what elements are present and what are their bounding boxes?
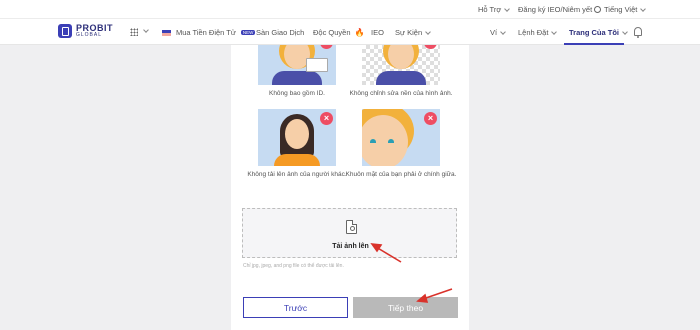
nav-exchange-label: Sàn Giao Dịch [256, 28, 305, 37]
nav-buy-crypto[interactable]: Mua Tiền Điện Tử NEW [162, 28, 256, 37]
nav-buy-crypto-label: Mua Tiền Điện Tử [176, 28, 236, 37]
chevron-down-icon [640, 5, 647, 12]
chevron-down-icon [500, 28, 506, 35]
next-button[interactable]: Tiếp theo [353, 297, 458, 318]
ieo-register-link[interactable]: Đăng ký IEO/Niêm yết [518, 5, 592, 14]
nav-exclusive[interactable]: Độc Quyền 🔥 [313, 28, 365, 37]
file-image-icon [346, 220, 357, 234]
nav-ieo[interactable]: IEO [371, 28, 384, 37]
main-navbar: PROBIT GLOBAL Mua Tiền Điện Tử NEW Sàn G… [0, 19, 700, 45]
nav-exchange[interactable]: Sàn Giao Dịch [256, 28, 304, 37]
nav-orders[interactable]: Lệnh Đặt [518, 28, 558, 37]
upload-file-type-hint: Chỉ jpg, jpeg, and png file có thể được … [243, 263, 344, 269]
apps-grid-icon[interactable] [130, 28, 138, 36]
nav-wallet[interactable]: Ví [490, 28, 506, 37]
nav-my-page[interactable]: Trang Của Tôi [569, 28, 628, 37]
upload-label: Tải ảnh lên [332, 243, 369, 250]
active-tab-indicator [564, 43, 624, 45]
fire-icon: 🔥 [354, 28, 365, 37]
support-label: Hỗ Trợ [478, 5, 502, 14]
bell-icon[interactable] [634, 27, 642, 38]
nav-events[interactable]: Sự Kiện [395, 28, 431, 37]
close-icon: × [320, 45, 333, 49]
language-selector[interactable]: Tiếng Việt [594, 5, 647, 14]
chevron-down-icon [622, 28, 628, 35]
nav-ieo-label: IEO [371, 28, 384, 37]
globe-icon [594, 6, 601, 13]
close-icon: × [424, 45, 437, 49]
nav-wallet-label: Ví [490, 28, 498, 37]
example-no-id-image: × [258, 45, 336, 85]
language-label: Tiếng Việt [604, 5, 638, 14]
example-caption: Không tải lên ảnh của người khác. [247, 171, 347, 178]
new-badge: NEW [240, 30, 256, 35]
chevron-down-icon [551, 28, 558, 35]
example-off-center-face-image: × [362, 109, 440, 166]
close-icon: × [320, 112, 333, 125]
probit-logo[interactable]: PROBIT GLOBAL [58, 24, 113, 38]
probit-logo-icon [58, 24, 72, 38]
photo-upload-dropzone[interactable]: Tải ảnh lên [242, 208, 457, 258]
id-card-icon [306, 58, 328, 72]
chevron-down-icon[interactable] [143, 27, 149, 33]
example-caption: Không bao gồm ID. [268, 90, 325, 97]
close-icon: × [424, 112, 437, 125]
example-other-person-image: × [258, 109, 336, 166]
nav-my-page-label: Trang Của Tôi [569, 28, 620, 37]
nav-events-label: Sự Kiện [395, 28, 423, 37]
back-button[interactable]: Trước [243, 297, 348, 318]
nav-exclusive-label: Độc Quyền [313, 28, 351, 37]
top-utility-bar: Hỗ Trợ Đăng ký IEO/Niêm yết Tiếng Việt [0, 0, 700, 19]
chevron-down-icon [425, 28, 431, 35]
example-caption: Không chỉnh sửa nền của hình ảnh. [349, 90, 453, 97]
logo-sub-text: GLOBAL [76, 32, 103, 38]
card-icon [162, 29, 171, 36]
ieo-register-label: Đăng ký IEO/Niêm yết [518, 5, 593, 14]
example-caption: Khuôn mặt của bạn phải ở chính giữa. [345, 171, 457, 178]
support-menu[interactable]: Hỗ Trợ [478, 5, 511, 14]
nav-orders-label: Lệnh Đặt [518, 28, 549, 37]
chevron-down-icon [504, 5, 511, 12]
example-edited-background-image: × [362, 45, 440, 85]
selfie-upload-card: × Không bao gồm ID. × Không chỉnh sửa nề… [231, 45, 469, 330]
